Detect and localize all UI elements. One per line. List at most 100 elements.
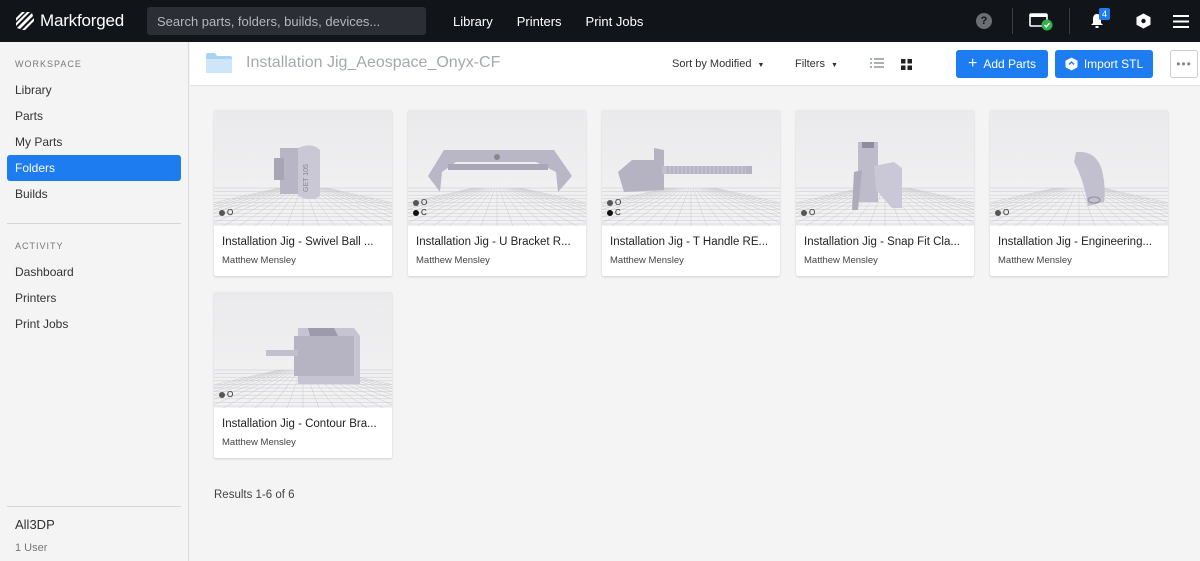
part-title[interactable]: Installation Jig - Snap Fit Cla...: [804, 236, 968, 248]
grid-view-icon[interactable]: [901, 59, 912, 70]
material-dot-icon: [995, 209, 1001, 216]
import-stl-button[interactable]: Import STL: [1055, 50, 1153, 78]
material-label: O: [809, 208, 816, 217]
top-nav-library[interactable]: Library: [441, 14, 505, 29]
add-parts-button[interactable]: + Add Parts: [956, 50, 1048, 78]
part-thumbnail[interactable]: O: [796, 110, 974, 226]
folder-header: Installation Jig_Aeospace_Onyx-CF Sort b…: [190, 42, 1200, 86]
material-dot-icon: [607, 199, 613, 206]
import-stl-label: Import STL: [1083, 57, 1144, 71]
material-indicator: O: [607, 198, 621, 207]
part-3d-preview: [796, 142, 974, 226]
part-author: Matthew Mensley: [222, 437, 296, 448]
material-label: C: [421, 208, 427, 217]
caret-down-icon: ▼: [757, 62, 765, 69]
sidebar-item-print-jobs[interactable]: Print Jobs: [7, 311, 181, 337]
material-label: O: [421, 198, 428, 207]
results-count: Results 1-6 of 6: [214, 489, 295, 501]
sidebar: WORKSPACE Library Parts My Parts Folders…: [0, 42, 189, 561]
markforged-logo-icon: [16, 12, 34, 30]
hamburger-menu-icon: [1173, 14, 1189, 28]
part-author: Matthew Mensley: [416, 255, 490, 266]
more-options-button[interactable]: •••: [1170, 50, 1198, 78]
part-card[interactable]: OC Installation Jig - U Bracket R... Mat…: [408, 110, 586, 276]
sidebar-item-folders[interactable]: Folders: [7, 155, 181, 181]
material-label: O: [615, 198, 622, 207]
top-nav-printers[interactable]: Printers: [505, 14, 574, 29]
caret-down-icon: ▼: [830, 62, 838, 69]
sidebar-item-library[interactable]: Library: [7, 77, 181, 103]
material-dot-icon: [607, 209, 613, 216]
part-title[interactable]: Installation Jig - U Bracket R...: [416, 236, 580, 248]
top-nav-print-jobs[interactable]: Print Jobs: [574, 14, 656, 29]
part-thumbnail[interactable]: O: [990, 110, 1168, 226]
material-label: O: [227, 390, 234, 399]
material-indicator: O: [219, 390, 233, 399]
hexagon-icon: [1136, 13, 1150, 29]
sidebar-item-builds[interactable]: Builds: [7, 181, 181, 207]
material-dot-icon: [413, 199, 419, 206]
workspace-heading: WORKSPACE: [15, 59, 82, 69]
search-input[interactable]: [147, 7, 426, 35]
part-title[interactable]: Installation Jig - Swivel Ball ...: [222, 236, 386, 248]
part-card[interactable]: OC Installation Jig - T Handle RE... Mat…: [602, 110, 780, 276]
part-card[interactable]: O Installation Jig - Contour Bra... Matt…: [214, 292, 392, 458]
part-card[interactable]: GET 105 O Installation Jig - Swivel Ball…: [214, 110, 392, 276]
sidebar-item-parts[interactable]: Parts: [7, 103, 181, 129]
list-view-icon[interactable]: [870, 57, 884, 69]
material-indicator: O: [413, 198, 427, 207]
sidebar-divider: [7, 506, 181, 507]
part-title[interactable]: Installation Jig - Engineering...: [998, 236, 1162, 248]
sort-label: Sort by Modified: [672, 58, 752, 70]
part-3d-preview: [408, 150, 586, 226]
part-thumbnail[interactable]: GET 105 O: [214, 110, 392, 226]
part-thumbnail[interactable]: OC: [602, 110, 780, 226]
material-indicator: O: [801, 208, 815, 217]
part-thumbnail[interactable]: OC: [408, 110, 586, 226]
material-indicator: O: [219, 208, 233, 217]
organization-name[interactable]: All3DP: [15, 517, 55, 532]
material-dot-icon: [219, 391, 225, 398]
part-thumbnail[interactable]: O: [214, 292, 392, 408]
top-right-icons: ? 4: [976, 0, 1200, 42]
part-3d-preview: [214, 328, 392, 408]
sidebar-item-my-parts[interactable]: My Parts: [7, 129, 181, 155]
sidebar-item-dashboard[interactable]: Dashboard: [7, 259, 181, 285]
user-count: 1 User: [15, 542, 48, 554]
folder-title: Installation Jig_Aeospace_Onyx-CF: [246, 54, 501, 71]
material-dot-icon: [413, 209, 419, 216]
part-3d-preview: GET 105: [214, 145, 392, 226]
part-title[interactable]: Installation Jig - Contour Bra...: [222, 418, 386, 430]
brand-logo[interactable]: Markforged: [14, 10, 134, 32]
material-indicator: O: [995, 208, 1009, 217]
filters-dropdown[interactable]: Filters ▼: [795, 58, 838, 70]
filters-label: Filters: [795, 58, 825, 70]
part-3d-preview: [990, 151, 1168, 226]
sidebar-divider: [7, 223, 181, 224]
material-dot-icon: [219, 209, 225, 216]
help-icon[interactable]: ?: [976, 13, 992, 29]
notification-count-badge: 4: [1099, 8, 1110, 20]
sort-dropdown[interactable]: Sort by Modified ▼: [672, 58, 764, 70]
part-author: Matthew Mensley: [222, 255, 296, 266]
device-status-button[interactable]: [1013, 0, 1069, 42]
material-indicator: C: [607, 208, 621, 217]
part-3d-preview: [602, 148, 780, 226]
main-menu-button[interactable]: [1162, 0, 1200, 42]
part-card[interactable]: O Installation Jig - Engineering... Matt…: [990, 110, 1168, 276]
org-switcher-button[interactable]: [1124, 0, 1162, 42]
material-label: O: [1003, 208, 1010, 217]
plus-icon: +: [967, 55, 978, 72]
part-card[interactable]: O Installation Jig - Snap Fit Cla... Mat…: [796, 110, 974, 276]
material-indicator: C: [413, 208, 427, 217]
top-bar: Markforged Library Printers Print Jobs ?…: [0, 0, 1200, 42]
part-author: Matthew Mensley: [804, 255, 878, 266]
material-label: C: [615, 208, 621, 217]
part-title[interactable]: Installation Jig - T Handle RE...: [610, 236, 774, 248]
part-engraving-text: GET 105: [303, 164, 310, 192]
sidebar-item-printers[interactable]: Printers: [7, 285, 181, 311]
brand-name: Markforged: [40, 11, 124, 30]
import-hexagon-icon: [1065, 57, 1078, 71]
part-author: Matthew Mensley: [610, 255, 684, 266]
notifications-button[interactable]: 4: [1070, 0, 1124, 42]
